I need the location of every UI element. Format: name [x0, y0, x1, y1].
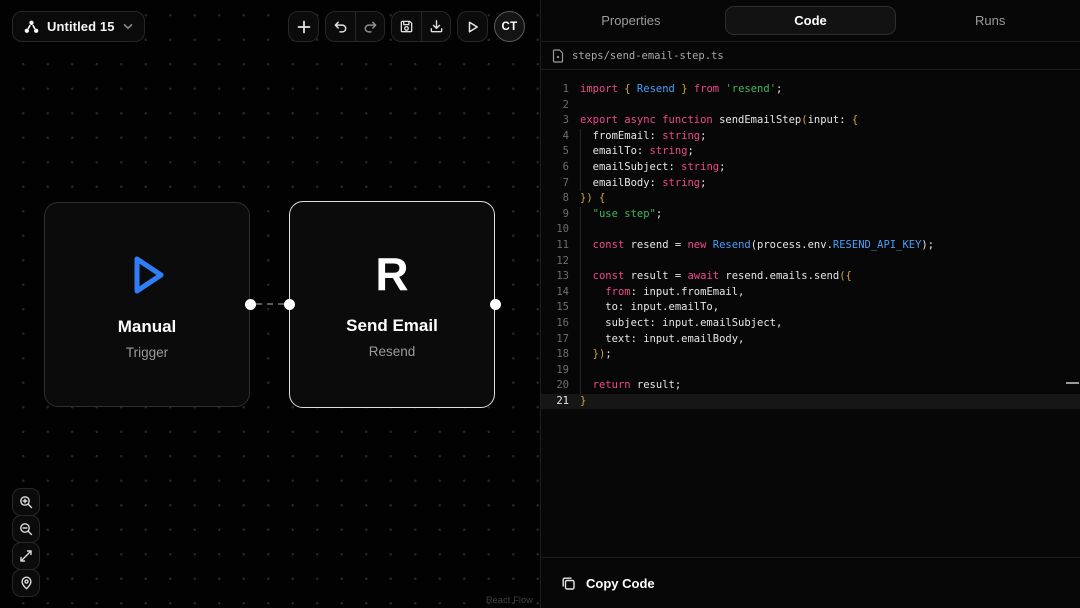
node-subtitle: Trigger — [45, 345, 249, 360]
node-title: Send Email — [290, 316, 494, 336]
code-line: 15 to: input.emailTo, — [541, 300, 1080, 316]
code-line: 20 return result; — [541, 378, 1080, 394]
edge-connector — [256, 303, 284, 305]
fit-view-button[interactable] — [12, 542, 40, 570]
panel-tabs: Properties Code Runs — [541, 0, 1080, 42]
code-line: 2 — [541, 98, 1080, 114]
app-window: Untitled 15 — [0, 0, 1080, 608]
zoom-out-icon — [19, 522, 33, 536]
code-line: 19 — [541, 363, 1080, 379]
undo-button[interactable] — [326, 12, 355, 41]
node-handle-source[interactable] — [490, 299, 501, 310]
pin-icon — [20, 576, 33, 590]
resend-logo: R — [290, 242, 494, 306]
viewport-controls — [12, 489, 40, 597]
fit-view-icon — [19, 549, 33, 563]
file-path-bar: steps/send-email-step.ts — [541, 42, 1080, 70]
save-button[interactable] — [392, 12, 421, 41]
file-code-icon — [552, 49, 564, 63]
code-line: 11 const resend = new Resend(process.env… — [541, 238, 1080, 254]
code-line: 14 from: input.fromEmail, — [541, 285, 1080, 301]
copy-code-button[interactable]: Copy Code — [541, 557, 1080, 608]
code-line: 1import { Resend } from 'resend'; — [541, 82, 1080, 98]
play-icon — [466, 20, 480, 34]
code-line: 7 emailBody: string; — [541, 176, 1080, 192]
copy-icon — [561, 576, 576, 591]
active-tab-pill: Code — [725, 6, 897, 35]
zoom-in-button[interactable] — [12, 488, 40, 516]
workflow-graph-icon — [24, 20, 39, 34]
workflow-switcher-button[interactable]: Untitled 15 — [12, 11, 145, 42]
zoom-out-button[interactable] — [12, 515, 40, 543]
node-manual-trigger[interactable]: Manual Trigger — [44, 202, 250, 407]
code-line: 3export async function sendEmailStep(inp… — [541, 113, 1080, 129]
zoom-in-icon — [19, 495, 33, 509]
code-lines: 1import { Resend } from 'resend';23expor… — [541, 82, 1080, 409]
download-icon — [429, 19, 444, 34]
overview-ruler-cursor — [1066, 382, 1079, 384]
code-line: 4 fromEmail: string; — [541, 129, 1080, 145]
code-line: 6 emailSubject: string; — [541, 160, 1080, 176]
pin-button[interactable] — [12, 569, 40, 597]
react-flow-attribution[interactable]: React Flow — [486, 595, 533, 605]
code-line: 16 subject: input.emailSubject, — [541, 316, 1080, 332]
node-title: Manual — [45, 317, 249, 337]
code-line: 8}) { — [541, 191, 1080, 207]
tab-runs[interactable]: Runs — [900, 0, 1080, 41]
undo-icon — [333, 20, 348, 34]
node-handle-target[interactable] — [284, 299, 295, 310]
flow-canvas[interactable]: Untitled 15 — [0, 0, 540, 608]
download-button[interactable] — [421, 12, 450, 41]
chevron-down-icon — [123, 23, 133, 30]
code-line: 10 — [541, 222, 1080, 238]
copy-code-label: Copy Code — [586, 576, 655, 591]
canvas-toolbar: CT — [288, 11, 525, 42]
node-send-email[interactable]: R Send Email Resend — [289, 201, 495, 408]
inspector-panel: Properties Code Runs steps/send-email-st… — [540, 0, 1080, 608]
code-line: 21} — [541, 394, 1080, 410]
node-handle-source[interactable] — [245, 299, 256, 310]
redo-icon — [363, 20, 378, 34]
user-avatar[interactable]: CT — [494, 11, 525, 42]
history-button-group — [325, 11, 385, 42]
file-name: steps/send-email-step.ts — [572, 50, 724, 62]
tab-code[interactable]: Code — [721, 0, 901, 41]
code-line: 5 emailTo: string; — [541, 144, 1080, 160]
run-workflow-button[interactable] — [457, 11, 488, 42]
code-line: 9 "use step"; — [541, 207, 1080, 223]
avatar-initials: CT — [502, 21, 518, 33]
play-icon — [45, 243, 249, 307]
tab-properties[interactable]: Properties — [541, 0, 721, 41]
file-button-group — [391, 11, 451, 42]
save-icon — [399, 19, 414, 34]
code-line: 18 }); — [541, 347, 1080, 363]
plus-icon — [297, 20, 311, 34]
code-line: 17 text: input.emailBody, — [541, 332, 1080, 348]
redo-button[interactable] — [355, 12, 384, 41]
code-line: 13 const result = await resend.emails.se… — [541, 269, 1080, 285]
workflow-title: Untitled 15 — [47, 19, 115, 34]
node-subtitle: Resend — [290, 344, 494, 359]
add-node-button[interactable] — [288, 11, 319, 42]
code-line: 12 — [541, 254, 1080, 270]
code-editor[interactable]: 1import { Resend } from 'resend';23expor… — [541, 70, 1080, 557]
